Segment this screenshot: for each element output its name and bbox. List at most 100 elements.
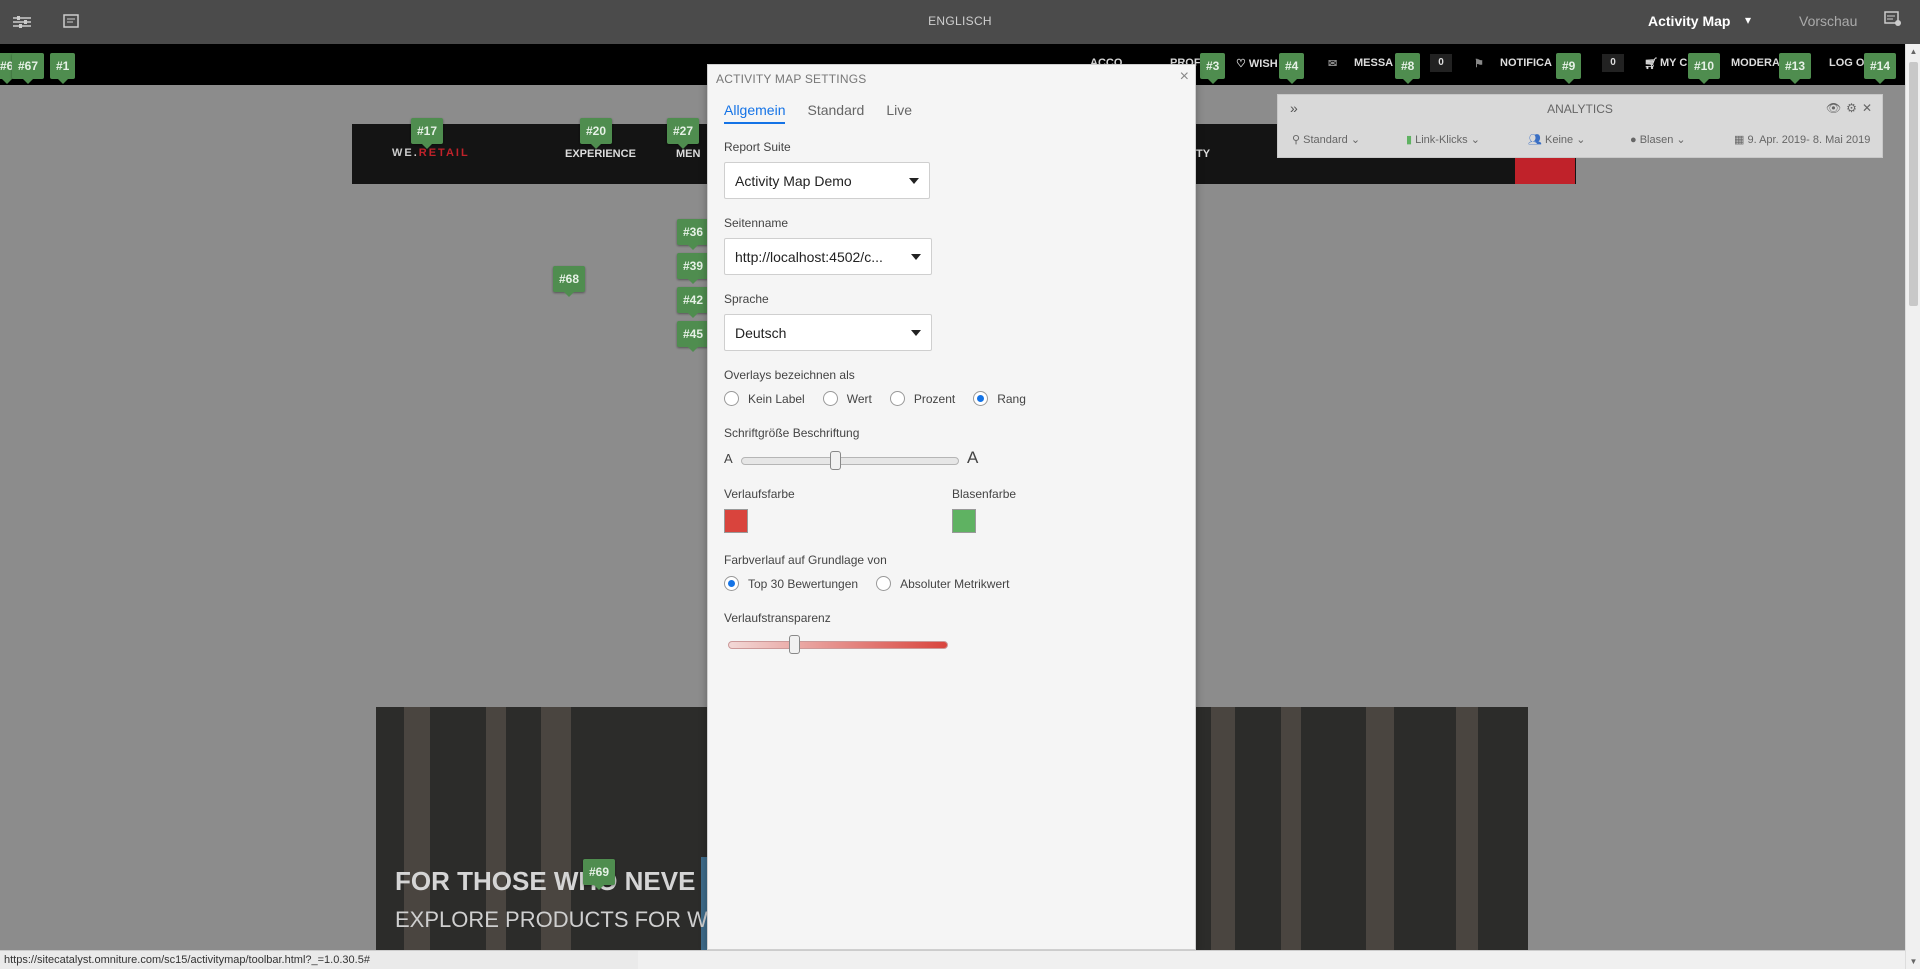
rank-badge[interactable]: #69 [583, 859, 616, 890]
date-range-picker[interactable]: ▦ 9. Apr. 2019- 8. Mai 2019 [1734, 133, 1870, 146]
rank-badge[interactable]: #36 [677, 219, 710, 250]
rank-badge[interactable]: #8 [1395, 53, 1421, 84]
metric-icon: ▮ [1406, 134, 1416, 146]
sliders-icon[interactable] [11, 11, 33, 33]
gear-icon[interactable]: ⚙ [1846, 101, 1857, 115]
date-range-label: 9. Apr. 2019- 8. Mai 2019 [1747, 134, 1871, 146]
layout-standard-dropdown[interactable]: ⚲ Standard ⌄ [1292, 133, 1360, 146]
language-select[interactable]: Deutsch [724, 314, 932, 351]
page-name-value: http://localhost:4502/c... [735, 249, 883, 265]
radio-label: Prozent [913, 391, 956, 406]
overlay-style-dropdown[interactable]: ● Blasen ⌄ [1630, 133, 1686, 146]
horizontal-scrollbar[interactable] [638, 950, 1905, 969]
vertical-scrollbar[interactable]: ▲ ▼ [1905, 44, 1920, 969]
chevron-down-icon[interactable]: ▾ [1745, 13, 1751, 27]
rank-badge[interactable]: #14 [1864, 53, 1897, 84]
radio-top-30[interactable]: Top 30 Bewertungen [724, 576, 858, 591]
rank-badge[interactable]: #13 [1779, 53, 1812, 84]
font-size-slider-thumb[interactable] [829, 451, 841, 470]
metric-dropdown[interactable]: ▮ Link-Klicks ⌄ [1406, 133, 1480, 146]
transparency-slider-thumb[interactable] [789, 635, 800, 654]
large-font-glyph: A [967, 448, 979, 467]
font-size-label: Schriftgröße Beschriftung [724, 426, 860, 440]
nav-men[interactable]: MEN [676, 148, 700, 160]
link-icon: ⚲ [1292, 134, 1304, 146]
language-label: Sprache [724, 292, 769, 306]
rank-badge[interactable]: #42 [677, 287, 710, 318]
page-name-select[interactable]: http://localhost:4502/c... [724, 238, 932, 275]
rank-badge[interactable]: #27 [667, 118, 700, 149]
scroll-down-arrow[interactable]: ▼ [1909, 957, 1918, 966]
report-suite-select[interactable]: Activity Map Demo [724, 162, 930, 199]
tree-trunk [1456, 707, 1478, 950]
rank-badge[interactable]: #1 [50, 53, 76, 84]
analytics-title: ANALYTICS [1547, 102, 1613, 116]
rank-badge[interactable]: #9 [1556, 53, 1582, 84]
radio-button [876, 576, 892, 591]
eye-icon[interactable]: 👁︎ [1826, 101, 1841, 115]
status-url: https://sitecatalyst.omniture.com/sc15/a… [0, 950, 638, 969]
rank-badge[interactable]: #10 [1688, 53, 1721, 84]
wishlist-link[interactable]: ♡ WISH [1236, 57, 1278, 70]
gradient-basis-radio-group: Top 30 Bewertungen Absoluter Metrikwert [724, 576, 1027, 591]
tab-live[interactable]: Live [886, 102, 912, 124]
language-value: Deutsch [735, 325, 787, 341]
notifications-link[interactable]: NOTIFICA [1500, 57, 1552, 69]
annotation-list-icon[interactable] [1884, 11, 1906, 33]
mail-icon: ✉ [1328, 58, 1338, 70]
preview-button[interactable]: Vorschau [1799, 13, 1857, 29]
radio-wert[interactable]: Wert [822, 391, 872, 406]
caret-down-icon [911, 330, 921, 336]
my-cart-link[interactable]: MY C [1660, 57, 1687, 69]
rank-badge[interactable]: #39 [677, 253, 710, 284]
mode-selector[interactable]: Activity Map [1648, 13, 1730, 29]
editor-toolbar: ENGLISCH Activity Map ▾ Vorschau [0, 0, 1920, 44]
radio-prozent[interactable]: Prozent [889, 391, 956, 406]
page-properties-icon[interactable] [60, 11, 82, 33]
tab-allgemein[interactable]: Allgemein [724, 102, 786, 124]
bubble-color-swatch[interactable] [952, 509, 976, 533]
rank-badge[interactable]: #67 [12, 53, 45, 84]
rank-badge[interactable]: #17 [411, 118, 444, 149]
radio-absolute-metric[interactable]: Absoluter Metrikwert [876, 576, 1009, 591]
messages-count: 0 [1430, 54, 1452, 72]
radio-label: Top 30 Bewertungen [748, 576, 859, 591]
radio-label: Rang [997, 391, 1026, 406]
rank-badge[interactable]: #20 [580, 118, 613, 149]
radio-kein-label[interactable]: Kein Label [724, 391, 805, 406]
scrollbar-thumb[interactable] [1909, 62, 1918, 306]
moderation-link[interactable]: MODERA [1731, 57, 1780, 69]
tab-standard[interactable]: Standard [807, 102, 864, 124]
flag-icon: ⚑ [1474, 58, 1484, 70]
transparency-label: Verlaufstransparenz [724, 611, 831, 625]
close-icon[interactable]: ✕ [1862, 101, 1872, 115]
font-size-slider[interactable] [741, 457, 959, 465]
radio-rang[interactable]: Rang [973, 391, 1026, 406]
gradient-color-swatch[interactable] [724, 509, 748, 533]
scroll-up-arrow[interactable]: ▲ [1909, 47, 1918, 56]
close-icon[interactable]: × [1180, 68, 1189, 86]
dialog-tabs: Allgemein Standard Live [724, 102, 912, 124]
activity-map-settings-dialog: ACTIVITY MAP SETTINGS × Allgemein Standa… [707, 64, 1196, 950]
tree-trunk [1281, 707, 1301, 950]
transparency-slider[interactable] [728, 641, 948, 649]
page-name-label: Seitenname [724, 216, 789, 230]
rank-badge[interactable]: #4 [1279, 53, 1305, 84]
messages-link[interactable]: MESSA [1354, 57, 1393, 69]
gradient-basis-label: Farbverlauf auf Grundlage von [724, 553, 887, 567]
dropdown-label: Standard [1303, 134, 1348, 146]
rank-badge[interactable]: #3 [1200, 53, 1226, 84]
bubble-color-label: Blasenfarbe [952, 487, 1017, 501]
radio-button [822, 391, 838, 406]
report-suite-value: Activity Map Demo [735, 173, 852, 189]
overlay-label-heading: Overlays bezeichnen als [724, 368, 855, 382]
nav-experience[interactable]: EXPERIENCE [565, 148, 636, 160]
dialog-title: ACTIVITY MAP SETTINGS [716, 72, 867, 86]
cart-icon: 🛒︎ [1644, 58, 1658, 70]
rank-badge[interactable]: #45 [677, 321, 710, 352]
report-suite-label: Report Suite [724, 140, 791, 154]
rank-badge[interactable]: #68 [553, 266, 586, 297]
segment-dropdown[interactable]: 👥︎ Keine ⌄ [1528, 133, 1585, 146]
logout-link[interactable]: LOG O [1829, 57, 1864, 69]
hero-subline: EXPLORE PRODUCTS FOR W [395, 907, 708, 932]
